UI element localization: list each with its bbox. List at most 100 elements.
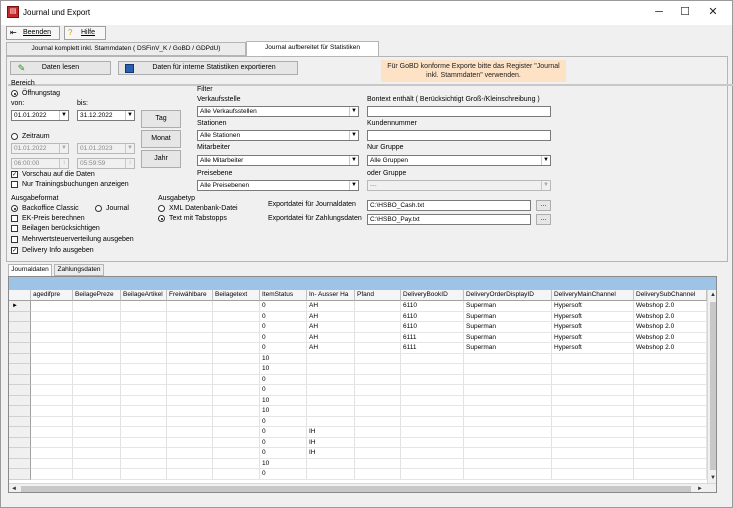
grid-cell[interactable] (634, 448, 707, 459)
horizontal-scrollbar[interactable]: ◄ ► (9, 483, 716, 492)
grid-cell[interactable] (73, 416, 121, 427)
tab-payment-data[interactable]: Zahlungsdaten (54, 264, 104, 276)
grid-cell[interactable] (121, 458, 167, 469)
grid-cell[interactable] (167, 301, 213, 312)
grid-cell[interactable]: Superman (464, 332, 552, 343)
period-radio[interactable] (11, 133, 18, 140)
grid-cell[interactable] (634, 406, 707, 417)
grid-cell[interactable] (401, 437, 464, 448)
grid-cell[interactable] (121, 322, 167, 333)
grid-cell[interactable] (552, 416, 634, 427)
grid-cell[interactable] (464, 448, 552, 459)
grid-cell[interactable]: AH (307, 301, 355, 312)
chevron-down-icon[interactable]: ▼ (349, 156, 358, 165)
grid-cell[interactable] (401, 448, 464, 459)
grid-cell[interactable] (634, 353, 707, 364)
grid-cell[interactable] (121, 416, 167, 427)
stations-select[interactable]: Alle Stationen ▼ (197, 130, 359, 141)
column-header[interactable]: Beilagetext (213, 290, 260, 301)
grid-cell[interactable] (167, 322, 213, 333)
grid-cell[interactable] (552, 395, 634, 406)
grid-cell[interactable] (307, 416, 355, 427)
grid-cell[interactable] (355, 406, 401, 417)
grid-cell[interactable]: Superman (464, 311, 552, 322)
grid-cell[interactable] (167, 374, 213, 385)
column-header[interactable]: DeliveryMainChannel (552, 290, 634, 301)
horizontal-scroll-thumb[interactable] (21, 486, 691, 492)
row-header[interactable] (9, 437, 31, 448)
grid-cell[interactable] (213, 385, 260, 396)
grid-cell[interactable] (213, 458, 260, 469)
grid-cell[interactable] (167, 469, 213, 480)
scroll-right-icon[interactable]: ► (695, 484, 705, 492)
grid-cell[interactable] (213, 332, 260, 343)
opening-day-radio[interactable] (11, 90, 18, 97)
grid-cell[interactable] (401, 406, 464, 417)
grid-cell[interactable] (121, 448, 167, 459)
grid-cell[interactable]: 6111 (401, 332, 464, 343)
grid-cell[interactable] (307, 406, 355, 417)
grid-cell[interactable]: IH (307, 437, 355, 448)
grid-cell[interactable] (355, 332, 401, 343)
grid-cell[interactable] (355, 427, 401, 438)
grid-cell[interactable] (121, 343, 167, 354)
grid-cell[interactable] (73, 437, 121, 448)
grid-cell[interactable] (355, 385, 401, 396)
backoffice-radio[interactable] (11, 205, 18, 212)
grid-cell[interactable] (31, 343, 73, 354)
grid-cell[interactable]: 10 (260, 458, 307, 469)
grid-cell[interactable]: 6110 (401, 322, 464, 333)
grid-cell[interactable] (73, 301, 121, 312)
grid-cell[interactable]: 0 (260, 416, 307, 427)
grid-cell[interactable] (552, 458, 634, 469)
grid-cell[interactable] (355, 448, 401, 459)
grid-cell[interactable] (121, 469, 167, 480)
grid-cell[interactable] (121, 437, 167, 448)
chevron-down-icon[interactable]: ▼ (541, 181, 550, 190)
grid-cell[interactable] (121, 395, 167, 406)
grid-cell[interactable] (634, 395, 707, 406)
grid-cell[interactable] (634, 427, 707, 438)
tab-journal-data[interactable]: Journaldaten (8, 264, 52, 276)
grid-cell[interactable] (401, 385, 464, 396)
column-header[interactable]: DeliveryBookID (401, 290, 464, 301)
grid-cell[interactable] (167, 437, 213, 448)
grid-cell[interactable] (307, 374, 355, 385)
grid-cell[interactable] (31, 458, 73, 469)
customer-number-input[interactable] (367, 130, 551, 141)
grid-cell[interactable] (31, 332, 73, 343)
grid-cell[interactable] (73, 406, 121, 417)
grid-cell[interactable] (31, 395, 73, 406)
grid-cell[interactable] (213, 395, 260, 406)
vertical-scroll-thumb[interactable] (710, 302, 716, 470)
grid-cell[interactable]: 10 (260, 395, 307, 406)
month-button[interactable]: Monat (141, 130, 181, 148)
grid-cell[interactable] (121, 427, 167, 438)
grid-cell[interactable] (307, 364, 355, 375)
grid-cell[interactable] (464, 395, 552, 406)
vertical-scrollbar[interactable]: ▲ ▼ (707, 290, 716, 483)
grid-cell[interactable] (121, 311, 167, 322)
grid-cell[interactable]: 0 (260, 448, 307, 459)
grid-cell[interactable] (121, 301, 167, 312)
grid-cell[interactable] (355, 395, 401, 406)
grid-cell[interactable] (213, 427, 260, 438)
grid-cell[interactable]: Hypersoft (552, 311, 634, 322)
chevron-down-icon[interactable]: ▼ (349, 131, 358, 140)
row-header[interactable] (9, 353, 31, 364)
grid-cell[interactable]: Webshop 2.0 (634, 301, 707, 312)
journal-file-browse-button[interactable]: ... (536, 200, 551, 211)
staff-select[interactable]: Alle Mitarbeiter ▼ (197, 155, 359, 166)
period-from-date-picker[interactable]: 01.01.2022 ▼ (11, 143, 69, 154)
journal-data-grid[interactable]: agedifpre BeilagePreze BeilageArtikel Freiw… (8, 276, 717, 493)
grid-cell[interactable] (213, 406, 260, 417)
grid-cell[interactable]: 0 (260, 437, 307, 448)
grid-cell[interactable]: AH (307, 322, 355, 333)
spinner-icon[interactable]: ↕ (125, 159, 134, 168)
grid-cell[interactable] (73, 343, 121, 354)
row-header[interactable] (9, 395, 31, 406)
export-statistics-button[interactable]: Daten für interne Statistiken exportiere… (118, 61, 298, 75)
close-button[interactable]: ✕ (701, 4, 725, 20)
column-header[interactable]: DeliveryOrderDisplayID (464, 290, 552, 301)
payment-file-browse-button[interactable]: ... (536, 214, 551, 225)
